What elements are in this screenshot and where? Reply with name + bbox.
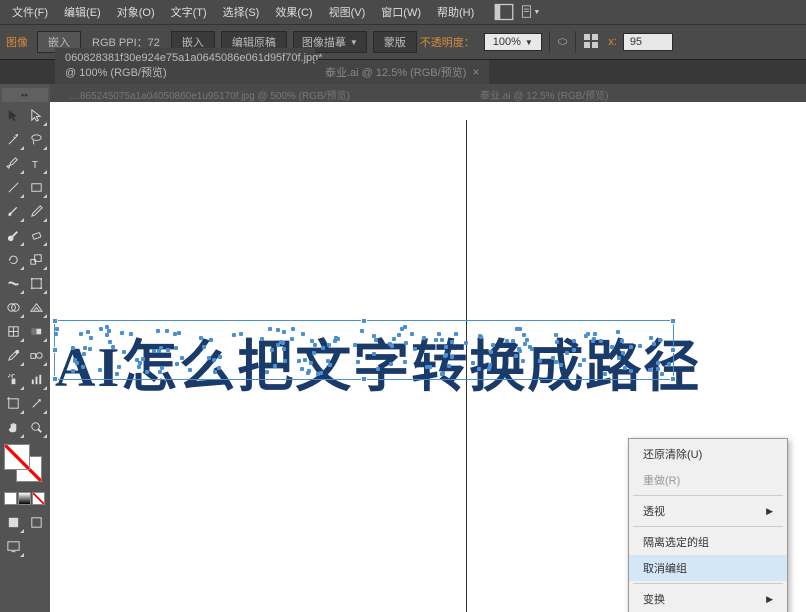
- scale-tool[interactable]: [25, 248, 48, 271]
- x-label: x:: [608, 36, 617, 48]
- context-ungroup[interactable]: 取消编组: [629, 555, 787, 581]
- x-field[interactable]: 95: [623, 33, 673, 51]
- lasso-tool[interactable]: [25, 128, 48, 151]
- mask-button[interactable]: 蒙版: [373, 31, 417, 53]
- align-icon[interactable]: [584, 34, 598, 51]
- resize-handle[interactable]: [670, 347, 676, 353]
- screen-mode[interactable]: [2, 535, 25, 558]
- menu-help[interactable]: 帮助(H): [429, 1, 482, 23]
- menu-file[interactable]: 文件(F): [4, 1, 56, 23]
- selection-tool[interactable]: [2, 104, 25, 127]
- menu-select[interactable]: 选择(S): [215, 1, 268, 23]
- document-icon[interactable]: ▼: [520, 3, 540, 21]
- context-menu: 还原清除(U) 重做(R) 透视▶ 隔离选定的组 取消编组 变换▶ 排列▶ 选择…: [628, 438, 788, 612]
- perspective-grid-tool[interactable]: [25, 296, 48, 319]
- resize-handle[interactable]: [361, 318, 367, 324]
- context-perspective[interactable]: 透视▶: [629, 498, 787, 524]
- link-icon[interactable]: ⬭: [558, 36, 567, 49]
- width-tool[interactable]: [2, 272, 25, 295]
- chevron-down-icon: ▼: [525, 38, 533, 47]
- tab-bar: 060828381f30e924e75a1a0645086e061d95f70f…: [0, 60, 806, 84]
- eraser-tool[interactable]: [25, 224, 48, 247]
- magic-wand-tool[interactable]: [2, 128, 25, 151]
- resize-handle[interactable]: [52, 347, 58, 353]
- menu-effect[interactable]: 效果(C): [267, 1, 320, 23]
- eyedropper-tool[interactable]: [2, 344, 25, 367]
- type-tool[interactable]: T: [25, 152, 48, 175]
- menu-object[interactable]: 对象(O): [109, 1, 163, 23]
- toolbar-grip[interactable]: ▸▸: [2, 88, 48, 102]
- direct-selection-tool[interactable]: [25, 104, 48, 127]
- hand-tool[interactable]: [2, 416, 25, 439]
- draw-mode-behind[interactable]: [25, 511, 48, 534]
- zoom-tool[interactable]: [25, 416, 48, 439]
- menu-separator: [633, 526, 783, 527]
- color-mode-solid[interactable]: [4, 492, 17, 505]
- image-label: 图像: [6, 34, 28, 50]
- color-mode-swatches: [2, 490, 48, 507]
- resize-handle[interactable]: [670, 318, 676, 324]
- artboard-tool[interactable]: [2, 392, 25, 415]
- fill-stroke-swatches[interactable]: [2, 444, 48, 486]
- blob-brush-tool[interactable]: [2, 224, 25, 247]
- chevron-down-icon: ▼: [350, 38, 358, 47]
- canvas-area: …865245075a1a04050860e1u95170f.jpg @ 500…: [50, 84, 806, 612]
- symbol-sprayer-tool[interactable]: [2, 368, 25, 391]
- shape-builder-tool[interactable]: [2, 296, 25, 319]
- opacity-label: 不透明度：: [420, 34, 475, 50]
- main-area: ▸▸ T: [0, 84, 806, 612]
- menu-bar: 文件(F) 编辑(E) 对象(O) 文字(T) 选择(S) 效果(C) 视图(V…: [0, 0, 806, 24]
- opacity-field[interactable]: 100%▼: [484, 33, 542, 51]
- rotate-tool[interactable]: [2, 248, 25, 271]
- column-graph-tool[interactable]: [25, 368, 48, 391]
- blend-tool[interactable]: [25, 344, 48, 367]
- rectangle-tool[interactable]: [25, 176, 48, 199]
- context-redo: 重做(R): [629, 467, 787, 493]
- free-transform-tool[interactable]: [25, 272, 48, 295]
- draw-mode-normal[interactable]: [2, 511, 25, 534]
- resize-handle[interactable]: [52, 376, 58, 382]
- color-mode-gradient[interactable]: [18, 492, 31, 505]
- layout-icon[interactable]: [494, 3, 514, 21]
- menu-view[interactable]: 视图(V): [321, 1, 374, 23]
- paintbrush-tool[interactable]: [2, 200, 25, 223]
- resize-handle[interactable]: [670, 376, 676, 382]
- tab-label: 泰业.ai @ 12.5% (RGB/预览): [325, 64, 466, 80]
- mesh-tool[interactable]: [2, 320, 25, 343]
- tab-label: 060828381f30e924e75a1a0645086e061d95f70f…: [65, 52, 323, 80]
- document-tab-1[interactable]: 060828381f30e924e75a1a0645086e061d95f70f…: [55, 48, 315, 84]
- pencil-tool[interactable]: [25, 200, 48, 223]
- selection-bounding-box[interactable]: [54, 320, 674, 380]
- chevron-right-icon: ▶: [766, 506, 773, 517]
- resize-handle[interactable]: [52, 318, 58, 324]
- color-mode-none[interactable]: [32, 492, 45, 505]
- menu-separator: [633, 583, 783, 584]
- menu-window[interactable]: 窗口(W): [373, 1, 429, 23]
- svg-text:T: T: [32, 160, 39, 171]
- tool-panel: ▸▸ T: [0, 84, 50, 612]
- line-tool[interactable]: [2, 176, 25, 199]
- context-transform[interactable]: 变换▶: [629, 586, 787, 612]
- context-isolate[interactable]: 隔离选定的组: [629, 529, 787, 555]
- document-tab-2[interactable]: 泰业.ai @ 12.5% (RGB/预览) ×: [315, 60, 489, 84]
- gradient-tool[interactable]: [25, 320, 48, 343]
- chevron-right-icon: ▶: [766, 594, 773, 605]
- context-undo[interactable]: 还原清除(U): [629, 441, 787, 467]
- separator: [575, 31, 576, 53]
- menu-separator: [633, 495, 783, 496]
- close-icon[interactable]: ×: [472, 65, 479, 79]
- pen-tool[interactable]: [2, 152, 25, 175]
- menu-edit[interactable]: 编辑(E): [56, 1, 109, 23]
- menu-text[interactable]: 文字(T): [163, 1, 215, 23]
- fill-swatch[interactable]: [4, 444, 30, 470]
- resize-handle[interactable]: [361, 376, 367, 382]
- separator: [549, 31, 550, 53]
- slice-tool[interactable]: [25, 392, 48, 415]
